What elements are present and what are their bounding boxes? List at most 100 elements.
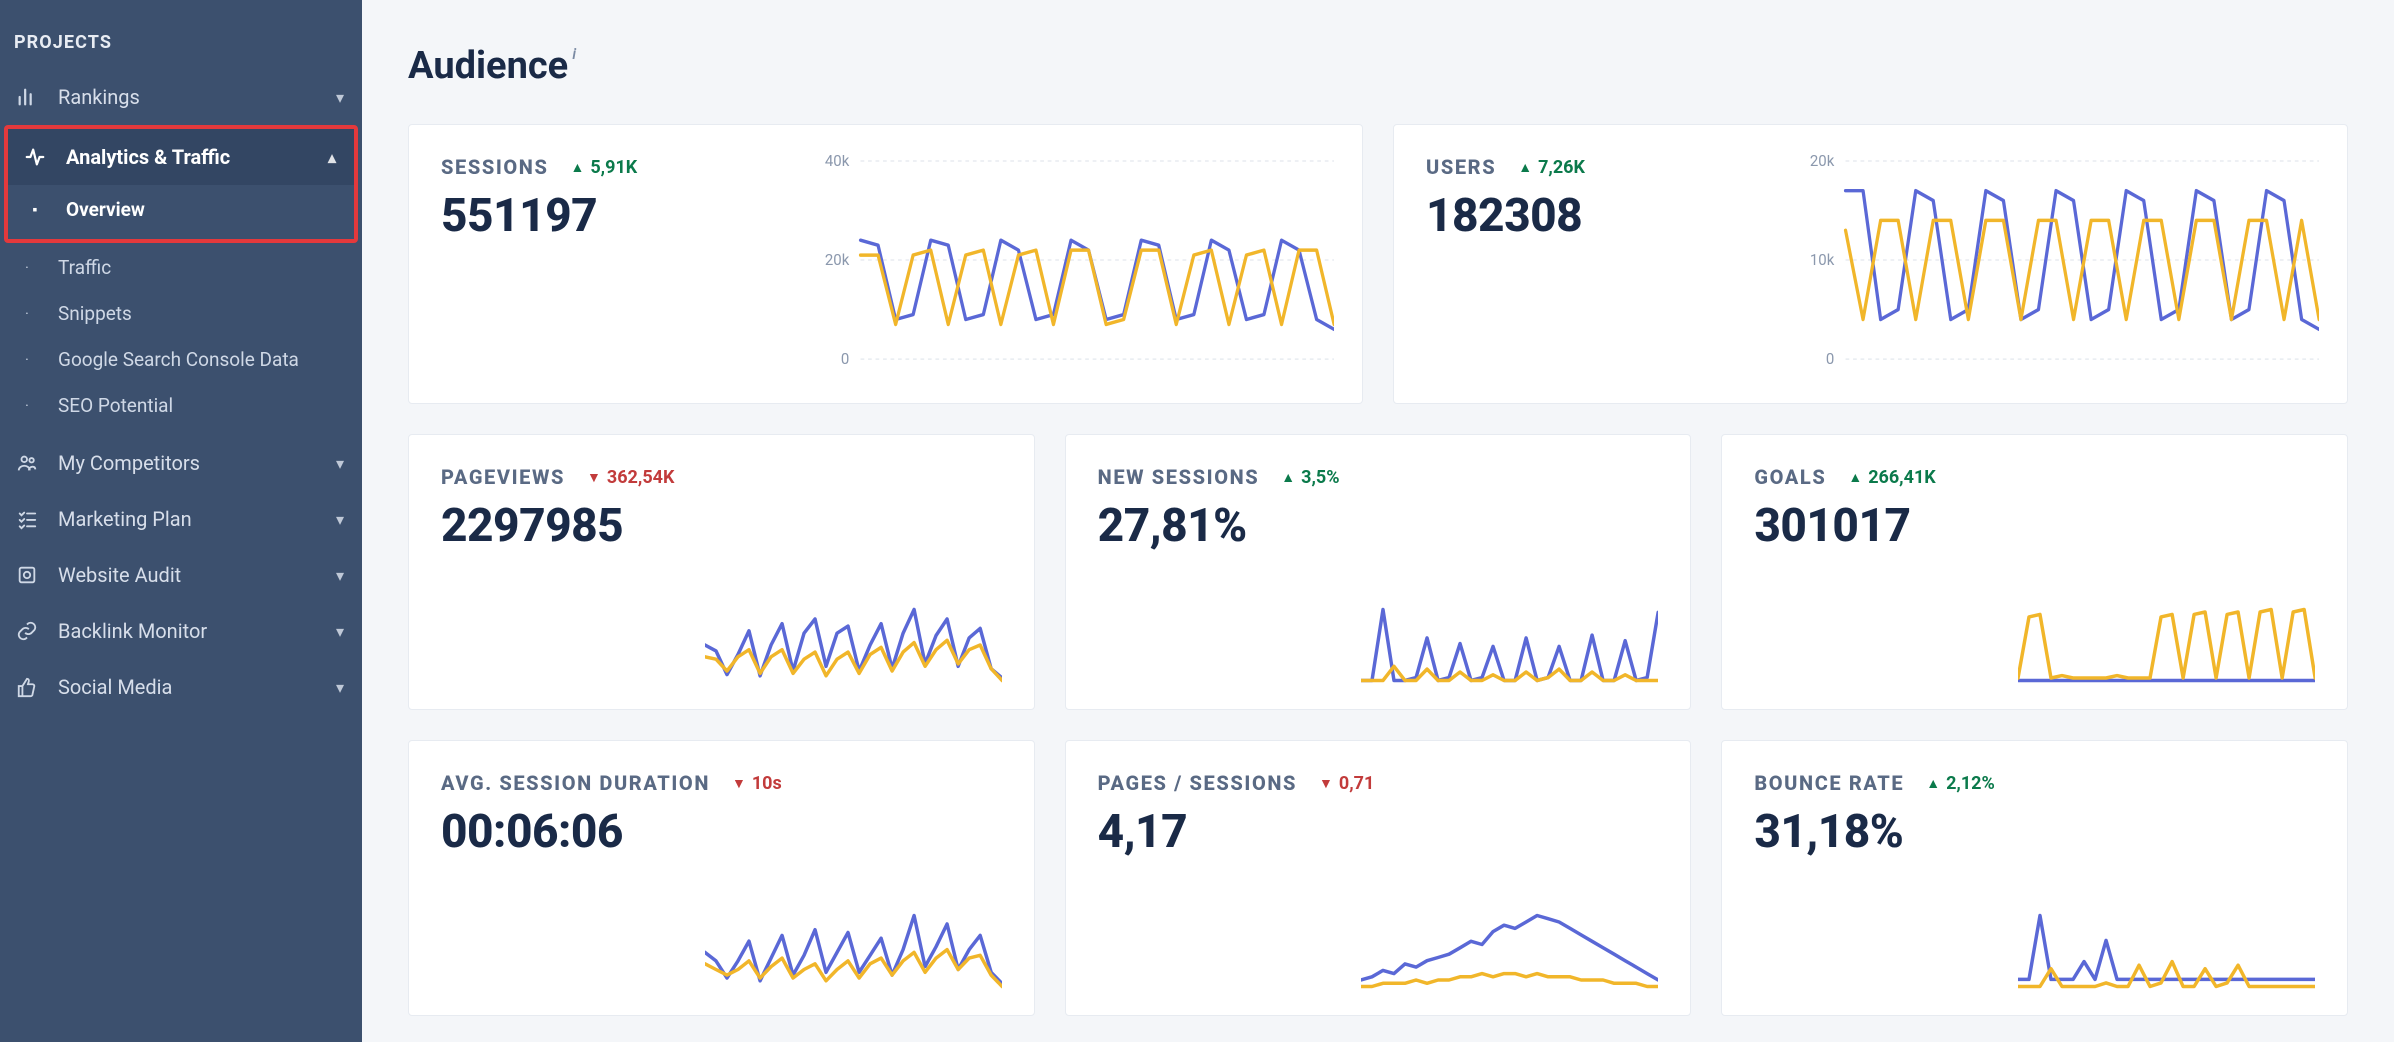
svg-text:20k: 20k — [1810, 155, 1835, 170]
sparkline-goals — [2018, 601, 2315, 689]
svg-text:0: 0 — [1826, 350, 1834, 369]
metric-delta: ▲2,12% — [1926, 773, 1995, 794]
sidebar-sub-label: Snippets — [58, 301, 132, 327]
sparkline-bounce-rate — [2018, 907, 2315, 995]
triangle-down-icon: ▼ — [1319, 775, 1333, 792]
card-pages-sessions[interactable]: PAGES / SESSIONS ▼0,71 4,17 — [1065, 740, 1692, 1016]
sidebar-subnav-analytics-rest: · Traffic · Snippets · Google Search Con… — [0, 243, 362, 435]
svg-text:20k: 20k — [825, 251, 850, 270]
sidebar-sub-snippets[interactable]: · Snippets — [0, 291, 362, 337]
main-content: Audience i SESSIONS ▲5,91K 551197 020k40… — [362, 0, 2394, 1042]
sidebar-item-label: Backlink Monitor — [58, 619, 207, 643]
sidebar-subnav-analytics: ▪ Overview — [8, 185, 354, 239]
page-title: Audience i — [408, 44, 2348, 88]
link-icon — [14, 620, 40, 642]
card-bounce-rate[interactable]: BOUNCE RATE ▲2,12% 31,18% — [1721, 740, 2348, 1016]
metric-label: GOALS — [1754, 465, 1826, 489]
svg-text:0: 0 — [841, 350, 849, 369]
sidebar-sub-seo-potential[interactable]: · SEO Potential — [0, 383, 362, 429]
sidebar-sub-label: Traffic — [58, 255, 111, 281]
metric-value: 301017 — [1754, 499, 2315, 553]
metric-delta: ▼362,54K — [587, 467, 674, 488]
sidebar-item-marketing-plan[interactable]: Marketing Plan ▾ — [0, 491, 362, 547]
sparkline-avg-duration — [705, 907, 1002, 995]
sidebar-item-rankings[interactable]: Rankings ▾ — [0, 69, 362, 125]
metric-delta: ▲3,5% — [1281, 467, 1339, 488]
sidebar-sub-overview[interactable]: ▪ Overview — [8, 187, 354, 233]
sidebar-sub-label: Google Search Console Data — [58, 347, 299, 373]
metric-value: 31,18% — [1754, 805, 2315, 859]
bullet-icon: · — [14, 255, 40, 281]
metric-label: BOUNCE RATE — [1754, 771, 1904, 795]
bullet-icon: · — [14, 393, 40, 419]
sidebar-item-competitors[interactable]: My Competitors ▾ — [0, 435, 362, 491]
sidebar-item-label: Marketing Plan — [58, 507, 192, 531]
card-sessions[interactable]: SESSIONS ▲5,91K 551197 020k40k — [408, 124, 1363, 404]
chart-users: 0 10k 20k — [1795, 155, 2319, 373]
sparkline-new-sessions — [1361, 601, 1658, 689]
sparkline-pageviews — [705, 601, 1002, 689]
triangle-up-icon: ▲ — [571, 159, 585, 176]
sidebar-item-label: Social Media — [58, 675, 172, 699]
sidebar-item-label: My Competitors — [58, 451, 200, 475]
sidebar-sub-label: SEO Potential — [58, 393, 173, 419]
sidebar-sub-traffic[interactable]: · Traffic — [0, 245, 362, 291]
chart-sessions: 0 20k 40k — [810, 155, 1334, 373]
sidebar-item-analytics-traffic[interactable]: Analytics & Traffic ▴ — [8, 129, 354, 185]
sidebar: PROJECTS Rankings ▾ Analytics & Traffic … — [0, 0, 362, 1042]
triangle-up-icon: ▲ — [1518, 159, 1532, 176]
bullet-icon: · — [14, 301, 40, 327]
chevron-down-icon: ▾ — [336, 510, 344, 529]
chevron-down-icon: ▾ — [336, 622, 344, 641]
sidebar-item-label: Rankings — [58, 85, 140, 109]
card-pageviews[interactable]: PAGEVIEWS ▼362,54K 2297985 — [408, 434, 1035, 710]
triangle-up-icon: ▲ — [1926, 775, 1940, 792]
card-avg-session-duration[interactable]: AVG. SESSION DURATION ▼10s 00:06:06 — [408, 740, 1035, 1016]
card-users[interactable]: USERS ▲7,26K 182308 010k20k — [1393, 124, 2348, 404]
metric-delta: ▲266,41K — [1848, 467, 1935, 488]
triangle-up-icon: ▲ — [1281, 469, 1295, 486]
metric-delta: ▼0,71 — [1319, 773, 1374, 794]
sidebar-section-label: PROJECTS — [0, 32, 362, 69]
sidebar-sub-label: Overview — [66, 197, 145, 223]
audit-icon — [14, 564, 40, 586]
card-new-sessions[interactable]: NEW SESSIONS ▲3,5% 27,81% — [1065, 434, 1692, 710]
metric-label: PAGES / SESSIONS — [1098, 771, 1297, 795]
bullet-icon: · — [14, 347, 40, 373]
sidebar-item-website-audit[interactable]: Website Audit ▾ — [0, 547, 362, 603]
metric-value: 2297985 — [441, 499, 1002, 553]
metric-value: 4,17 — [1098, 805, 1659, 859]
page-title-text: Audience — [408, 44, 568, 88]
metric-delta: ▼10s — [732, 773, 782, 794]
info-icon[interactable]: i — [572, 44, 576, 63]
sidebar-item-backlink-monitor[interactable]: Backlink Monitor ▾ — [0, 603, 362, 659]
checklist-icon — [14, 508, 40, 530]
sidebar-sub-gsc-data[interactable]: · Google Search Console Data — [0, 337, 320, 383]
thumb-icon — [14, 676, 40, 698]
activity-icon — [22, 146, 48, 168]
svg-text:40k: 40k — [825, 155, 850, 170]
sidebar-item-label: Analytics & Traffic — [66, 145, 230, 169]
bullet-icon: ▪ — [22, 197, 48, 223]
triangle-down-icon: ▼ — [587, 469, 601, 486]
metric-value: 00:06:06 — [441, 805, 1002, 859]
bars-icon — [14, 86, 40, 108]
sidebar-item-label: Website Audit — [58, 563, 181, 587]
metric-delta: ▲5,91K — [571, 157, 638, 178]
svg-text:10k: 10k — [1810, 251, 1835, 270]
metric-label: NEW SESSIONS — [1098, 465, 1260, 489]
chevron-down-icon: ▾ — [336, 566, 344, 585]
triangle-up-icon: ▲ — [1848, 469, 1862, 486]
chevron-down-icon: ▾ — [336, 678, 344, 697]
people-icon — [14, 452, 40, 474]
metric-label: USERS — [1426, 155, 1496, 179]
metric-label: PAGEVIEWS — [441, 465, 565, 489]
sidebar-item-social-media[interactable]: Social Media ▾ — [0, 659, 362, 715]
triangle-down-icon: ▼ — [732, 775, 746, 792]
metric-label: AVG. SESSION DURATION — [441, 771, 710, 795]
chevron-down-icon: ▾ — [336, 454, 344, 473]
metric-label: SESSIONS — [441, 155, 549, 179]
sidebar-active-highlight: Analytics & Traffic ▴ ▪ Overview — [4, 125, 358, 243]
metric-value: 27,81% — [1098, 499, 1659, 553]
card-goals[interactable]: GOALS ▲266,41K 301017 — [1721, 434, 2348, 710]
